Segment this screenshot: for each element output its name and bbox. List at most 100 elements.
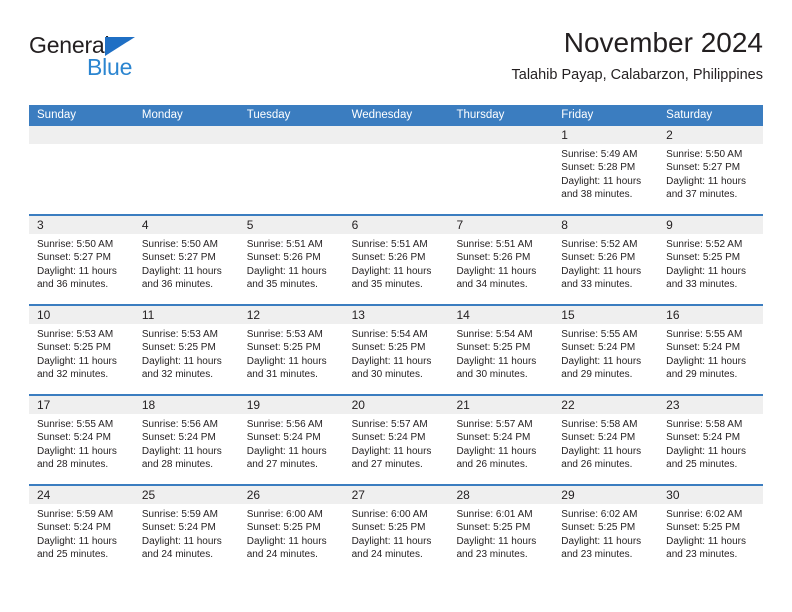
day-cell-27[interactable]: 27 Sunrise: 6:00 AM Sunset: 5:25 PM Dayligh… (343, 486, 449, 574)
day-cell-15[interactable]: 15 Sunrise: 5:55 AM Sunset: 5:24 PM Dayligh… (553, 306, 659, 394)
day-cell-empty (29, 126, 134, 214)
daylight-duration: Daylight: 11 hours and 24 minutes. (246, 535, 327, 560)
day-number: 3 (29, 216, 134, 234)
sunrise-time: Sunrise: 5:55 AM (37, 419, 114, 430)
sunset-time: Sunset: 5:24 PM (666, 342, 741, 354)
day-cell-11[interactable]: 11 Sunrise: 5:53 AM Sunset: 5:25 PM Dayligh… (133, 306, 239, 394)
daylight-duration: Daylight: 11 hours and 30 minutes. (351, 355, 432, 380)
day-cell-10[interactable]: 10 Sunrise: 5:53 AM Sunset: 5:25 PM Dayligh… (29, 306, 134, 394)
sunrise-time: Sunrise: 5:55 AM (666, 329, 743, 340)
daylight-duration: Daylight: 11 hours and 35 minutes. (246, 265, 327, 290)
day-number: 13 (343, 306, 449, 324)
day-cell-5[interactable]: 5 Sunrise: 5:51 AM Sunset: 5:26 PM Daylight… (238, 216, 344, 304)
day-number: 18 (133, 396, 239, 414)
day-cell-empty (238, 126, 344, 214)
weekday-header-friday: Friday (561, 109, 594, 121)
sunrise-time: Sunrise: 5:50 AM (141, 239, 219, 250)
day-number: 17 (29, 396, 134, 414)
day-number: 12 (238, 306, 344, 324)
day-cell-17[interactable]: 17 Sunrise: 5:55 AM Sunset: 5:24 PM Dayligh… (29, 396, 134, 484)
daylight-duration: Daylight: 11 hours and 35 minutes. (351, 265, 432, 290)
daylight-duration: Daylight: 11 hours and 23 minutes. (456, 535, 537, 560)
day-cell-23[interactable]: 23 Sunrise: 5:58 AM Sunset: 5:24 PM Dayligh… (658, 396, 764, 484)
day-cell-13[interactable]: 13 Sunrise: 5:54 AM Sunset: 5:25 PM Dayligh… (343, 306, 449, 394)
sunrise-time: Sunrise: 5:52 AM (561, 239, 638, 250)
day-details (344, 144, 449, 148)
daylight-duration: Daylight: 11 hours and 34 minutes. (456, 265, 537, 290)
sunset-time: Sunset: 5:27 PM (141, 252, 216, 264)
day-number: 9 (658, 216, 764, 234)
day-cell-3[interactable]: 3 Sunrise: 5:50 AM Sunset: 5:27 PM Daylight… (29, 216, 134, 304)
day-details (134, 144, 239, 148)
page-header: General Blue November 2024 Talahib Payap… (29, 26, 763, 98)
sunset-time: Sunset: 5:26 PM (561, 252, 636, 264)
sunset-time: Sunset: 5:27 PM (37, 252, 111, 264)
sunrise-time: Sunrise: 6:00 AM (351, 509, 428, 520)
day-details: Sunrise: 5:52 AM Sunset: 5:26 PM Daylight:… (553, 234, 658, 291)
calendar-grid: Sunday Monday Tuesday Wednesday Thursday Frid… (29, 105, 764, 574)
daylight-duration: Daylight: 11 hours and 24 minutes. (141, 535, 222, 560)
day-cell-21[interactable]: 21 Sunrise: 5:57 AM Sunset: 5:24 PM Dayligh… (448, 396, 554, 484)
sunrise-time: Sunrise: 5:53 AM (141, 329, 219, 340)
day-cell-4[interactable]: 4 Sunrise: 5:50 AM Sunset: 5:27 PM Daylight… (133, 216, 239, 304)
day-details: Sunrise: 5:56 AM Sunset: 5:24 PM Daylight:… (134, 414, 239, 471)
daylight-duration: Daylight: 11 hours and 25 minutes. (37, 535, 117, 560)
day-cell-2[interactable]: 2 Sunrise: 5:50 AM Sunset: 5:27 PM Daylight… (658, 126, 764, 214)
calendar-weeks: 1 Sunrise: 5:49 AM Sunset: 5:28 PM Daylight… (29, 126, 764, 574)
day-cell-8[interactable]: 8 Sunrise: 5:52 AM Sunset: 5:26 PM Daylight… (553, 216, 659, 304)
day-cell-14[interactable]: 14 Sunrise: 5:54 AM Sunset: 5:25 PM Dayligh… (448, 306, 554, 394)
day-number: 21 (448, 396, 554, 414)
day-number (133, 126, 239, 144)
title-block: November 2024 Talahib Payap, Calabarzon,… (512, 26, 764, 84)
day-cell-30[interactable]: 30 Sunrise: 6:02 AM Sunset: 5:25 PM Dayligh… (658, 486, 764, 574)
general-blue-logo[interactable]: General Blue (29, 32, 229, 88)
day-cell-20[interactable]: 20 Sunrise: 5:57 AM Sunset: 5:24 PM Dayligh… (343, 396, 449, 484)
daylight-duration: Daylight: 11 hours and 28 minutes. (37, 445, 117, 470)
weekday-header-tuesday: Tuesday (246, 109, 291, 121)
day-cell-28[interactable]: 28 Sunrise: 6:01 AM Sunset: 5:25 PM Dayligh… (448, 486, 554, 574)
day-number (238, 126, 344, 144)
day-cell-29[interactable]: 29 Sunrise: 6:02 AM Sunset: 5:25 PM Dayligh… (553, 486, 659, 574)
sunset-time: Sunset: 5:25 PM (246, 522, 321, 534)
day-cell-9[interactable]: 9 Sunrise: 5:52 AM Sunset: 5:25 PM Daylight… (658, 216, 764, 304)
day-cell-6[interactable]: 6 Sunrise: 5:51 AM Sunset: 5:26 PM Daylight… (343, 216, 449, 304)
day-number: 6 (343, 216, 449, 234)
day-cell-empty (448, 126, 554, 214)
day-details: Sunrise: 5:51 AM Sunset: 5:26 PM Daylight:… (239, 234, 344, 291)
day-cell-12[interactable]: 12 Sunrise: 5:53 AM Sunset: 5:25 PM Dayligh… (238, 306, 344, 394)
day-cell-1[interactable]: 1 Sunrise: 5:49 AM Sunset: 5:28 PM Daylight… (553, 126, 659, 214)
sunrise-time: Sunrise: 5:59 AM (37, 509, 114, 520)
sunset-time: Sunset: 5:24 PM (666, 432, 741, 444)
sunrise-time: Sunrise: 5:57 AM (456, 419, 533, 430)
day-number (29, 126, 134, 144)
day-details: Sunrise: 5:53 AM Sunset: 5:25 PM Daylight:… (239, 324, 344, 381)
day-cell-16[interactable]: 16 Sunrise: 5:55 AM Sunset: 5:24 PM Dayligh… (658, 306, 764, 394)
sunset-time: Sunset: 5:25 PM (351, 522, 426, 534)
day-details: Sunrise: 5:50 AM Sunset: 5:27 PM Daylight:… (134, 234, 239, 291)
day-details: Sunrise: 5:55 AM Sunset: 5:24 PM Daylight:… (553, 324, 658, 381)
sunset-time: Sunset: 5:24 PM (141, 522, 216, 534)
daylight-duration: Daylight: 11 hours and 30 minutes. (456, 355, 537, 380)
daylight-duration: Daylight: 11 hours and 26 minutes. (561, 445, 642, 470)
sunrise-time: Sunrise: 6:02 AM (666, 509, 743, 520)
day-cell-24[interactable]: 24 Sunrise: 5:59 AM Sunset: 5:24 PM Dayligh… (29, 486, 134, 574)
day-cell-22[interactable]: 22 Sunrise: 5:58 AM Sunset: 5:24 PM Dayligh… (553, 396, 659, 484)
day-cell-empty (343, 126, 449, 214)
weekday-header-thursday: Thursday (456, 109, 505, 121)
day-cell-empty (133, 126, 239, 214)
day-cell-25[interactable]: 25 Sunrise: 5:59 AM Sunset: 5:24 PM Dayligh… (133, 486, 239, 574)
sunset-time: Sunset: 5:25 PM (456, 342, 531, 354)
day-cell-18[interactable]: 18 Sunrise: 5:56 AM Sunset: 5:24 PM Dayligh… (133, 396, 239, 484)
day-cell-19[interactable]: 19 Sunrise: 5:56 AM Sunset: 5:24 PM Dayligh… (238, 396, 344, 484)
day-details: Sunrise: 5:57 AM Sunset: 5:24 PM Daylight:… (448, 414, 553, 471)
day-number: 28 (448, 486, 554, 504)
sunrise-time: Sunrise: 6:02 AM (561, 509, 638, 520)
sunset-time: Sunset: 5:26 PM (246, 252, 321, 264)
weekday-header-wednesday: Wednesday (351, 109, 413, 121)
day-details: Sunrise: 5:58 AM Sunset: 5:24 PM Daylight:… (658, 414, 763, 471)
day-details: Sunrise: 5:51 AM Sunset: 5:26 PM Daylight:… (448, 234, 553, 291)
sunrise-time: Sunrise: 5:54 AM (456, 329, 533, 340)
day-cell-7[interactable]: 7 Sunrise: 5:51 AM Sunset: 5:26 PM Daylight… (448, 216, 554, 304)
day-cell-26[interactable]: 26 Sunrise: 6:00 AM Sunset: 5:25 PM Dayligh… (238, 486, 344, 574)
sunset-time: Sunset: 5:24 PM (561, 342, 636, 354)
